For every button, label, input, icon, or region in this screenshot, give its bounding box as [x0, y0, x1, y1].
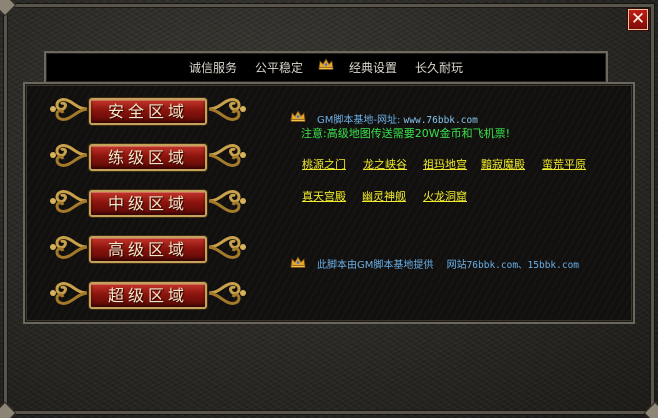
crown-icon	[290, 256, 306, 268]
notice-text: 注意:高级地图传送需要20W金币和飞机票!	[301, 127, 510, 140]
gold-scroll-ornament-icon	[50, 144, 88, 167]
zone-row-advanced: 高级区域	[49, 236, 253, 264]
credit-site-prefix: 网站	[446, 260, 467, 271]
zone-button-super[interactable]: 超级区域	[89, 282, 207, 309]
zone-row-safe: 安全区域	[49, 98, 253, 126]
zone-row-intermediate: 中级区域	[49, 190, 253, 218]
map-link-fire-dragon-cave[interactable]: 火龙洞窟	[423, 188, 467, 204]
zone-row-training: 练级区域	[49, 144, 253, 172]
tab-fair-stable[interactable]: 公平稳定	[255, 59, 303, 76]
tab-integrity-service[interactable]: 诚信服务	[189, 59, 237, 76]
zone-button-advanced[interactable]: 高级区域	[89, 236, 207, 263]
gold-scroll-ornament-icon	[50, 282, 88, 305]
crown-icon	[318, 57, 334, 70]
gold-scroll-ornament-icon	[208, 190, 246, 213]
zone-button-training[interactable]: 练级区域	[89, 144, 207, 171]
gold-scroll-ornament-icon	[50, 190, 88, 213]
credit-site-urls: 76bbk.com、15bbk.com	[466, 260, 580, 271]
map-link-ghost-ship[interactable]: 幽灵神舰	[362, 188, 406, 204]
credit-line: 此脚本由GM脚本基地提供 网站76bbk.com、15bbk.com	[317, 256, 579, 271]
site-info-line: GM脚本基地-网址: www.76bbk.com	[317, 111, 478, 126]
gold-scroll-ornament-icon	[208, 236, 246, 259]
gold-scroll-ornament-icon	[50, 98, 88, 121]
map-link-zuma-palace[interactable]: 祖玛地宫	[423, 156, 467, 172]
zone-button-safe[interactable]: 安全区域	[89, 98, 207, 125]
map-link-dragon-valley[interactable]: 龙之峡谷	[363, 156, 407, 172]
map-link-silent-demon-hall[interactable]: 黯寂魔殿	[481, 156, 525, 172]
gold-scroll-ornament-icon	[208, 98, 246, 121]
zone-button-intermediate[interactable]: 中级区域	[89, 190, 207, 217]
close-icon: ✕	[630, 9, 646, 29]
feature-tab-bar: 诚信服务 公平稳定 经典设置 长久耐玩	[44, 51, 608, 84]
map-link-taoyuan-gate[interactable]: 桃源之门	[302, 156, 346, 172]
map-link-wild-plains[interactable]: 蛮荒平原	[542, 156, 586, 172]
credit-text: 此脚本由GM脚本基地提供	[317, 260, 434, 271]
gold-scroll-ornament-icon	[208, 144, 246, 167]
crown-icon	[290, 110, 306, 122]
npc-dialog-window: ✕ 诚信服务 公平稳定 经典设置 长久耐玩 安全区域 练级区域 中级区域 高级区…	[0, 0, 658, 418]
tab-long-lasting[interactable]: 长久耐玩	[415, 59, 463, 76]
gold-scroll-ornament-icon	[208, 282, 246, 305]
gold-scroll-ornament-icon	[50, 236, 88, 259]
map-link-heaven-palace[interactable]: 真天宫殿	[302, 188, 346, 204]
content-panel: 安全区域 练级区域 中级区域 高级区域 超级区域 GM脚本基地-网址: www.…	[23, 82, 635, 324]
close-button[interactable]: ✕	[627, 8, 649, 31]
zone-row-super: 超级区域	[49, 282, 253, 310]
tab-classic-settings[interactable]: 经典设置	[349, 59, 397, 76]
